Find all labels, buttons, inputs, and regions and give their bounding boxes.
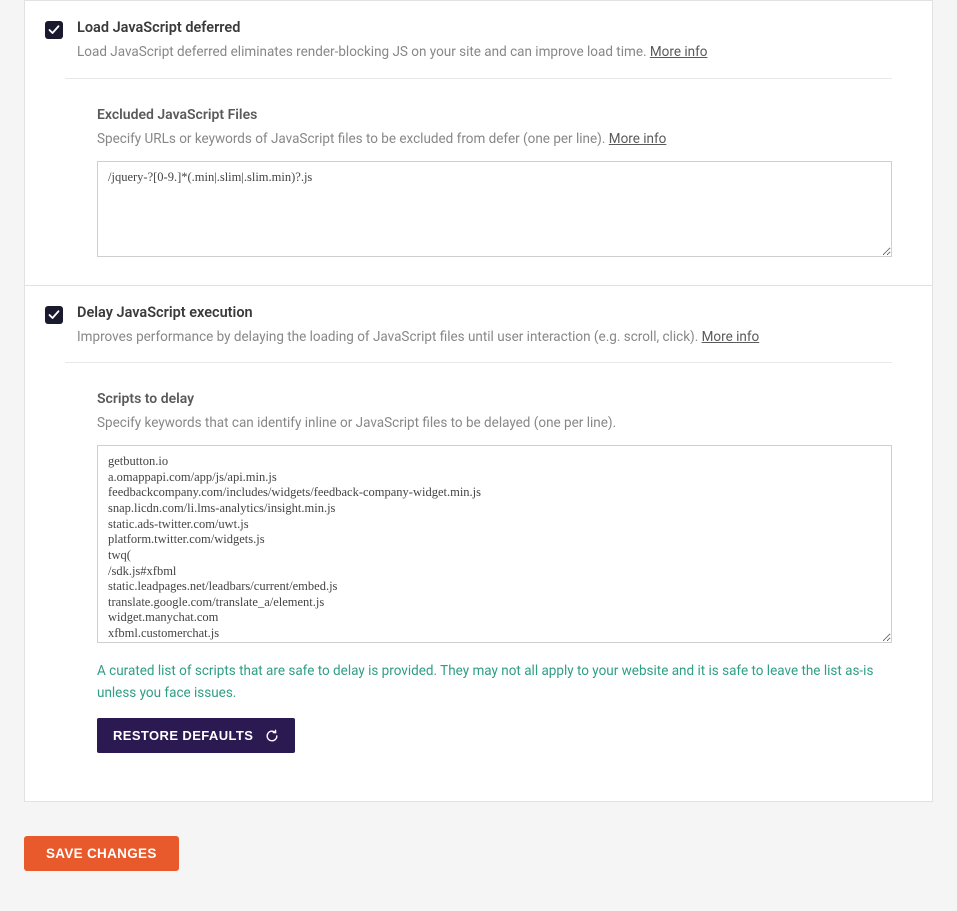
refresh-icon (265, 729, 279, 743)
more-info-link[interactable]: More info (650, 44, 708, 60)
load-deferred-desc: Load JavaScript deferred eliminates rend… (77, 42, 912, 64)
checkbox-delay-js[interactable] (45, 306, 63, 324)
check-icon (48, 24, 60, 36)
save-changes-button[interactable]: SAVE CHANGES (24, 836, 179, 871)
scripts-delay-note: A curated list of scripts that are safe … (97, 661, 892, 704)
scripts-to-delay-block: Scripts to delay Specify keywords that c… (25, 363, 932, 777)
scripts-delay-title: Scripts to delay (97, 391, 892, 407)
check-icon (48, 309, 60, 321)
checkbox-load-deferred[interactable] (45, 21, 63, 39)
more-info-link[interactable]: More info (702, 329, 760, 345)
scripts-delay-textarea[interactable] (97, 445, 892, 643)
delay-js-title: Delay JavaScript execution (77, 304, 912, 321)
excluded-js-textarea[interactable] (97, 161, 892, 257)
settings-panel: Load JavaScript deferred Load JavaScript… (24, 0, 933, 802)
section-delay-js: Delay JavaScript execution Improves perf… (25, 285, 932, 363)
delay-js-desc: Improves performance by delaying the loa… (77, 327, 912, 349)
more-info-link[interactable]: More info (609, 131, 667, 147)
excluded-js-title: Excluded JavaScript Files (97, 107, 892, 123)
load-deferred-title: Load JavaScript deferred (77, 19, 912, 36)
excluded-js-desc: Specify URLs or keywords of JavaScript f… (97, 131, 892, 147)
section-load-deferred: Load JavaScript deferred Load JavaScript… (25, 1, 932, 78)
excluded-js-block: Excluded JavaScript Files Specify URLs o… (25, 79, 932, 285)
restore-defaults-button[interactable]: RESTORE DEFAULTS (97, 718, 295, 753)
scripts-delay-desc: Specify keywords that can identify inlin… (97, 415, 892, 431)
restore-defaults-label: RESTORE DEFAULTS (113, 728, 253, 743)
